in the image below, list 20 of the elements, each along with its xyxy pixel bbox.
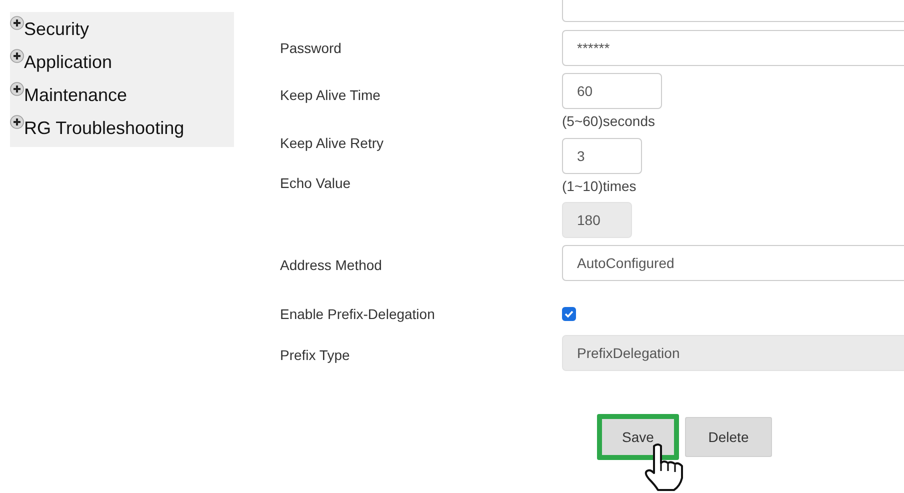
menu-item[interactable]: RG Troubleshooting bbox=[10, 113, 184, 146]
input-field[interactable]: 60 bbox=[562, 73, 662, 109]
menu-item[interactable]: Application bbox=[10, 47, 112, 80]
input-field[interactable]: ****** bbox=[562, 30, 904, 66]
field-label: Prefix Type bbox=[280, 347, 351, 363]
field-label: Password bbox=[280, 40, 342, 56]
field-label: Enable Prefix-Delegation bbox=[280, 306, 436, 322]
hint-text: (1~10)times bbox=[562, 178, 638, 194]
field-label: Keep Alive Time bbox=[280, 87, 382, 103]
menu-item[interactable]: Security bbox=[10, 14, 90, 47]
delete-button[interactable]: Delete bbox=[685, 417, 772, 457]
field-label: Address Method bbox=[280, 257, 383, 273]
input-field[interactable]: 3 bbox=[562, 138, 642, 174]
save-button[interactable]: Save bbox=[597, 414, 679, 460]
field-label: Echo Value bbox=[280, 175, 352, 191]
menu-item[interactable]: Maintenance bbox=[10, 80, 128, 113]
input-field[interactable]: AutoConfigured bbox=[562, 245, 904, 281]
field-label: Keep Alive Retry bbox=[280, 135, 384, 151]
hint-text: (5~60)seconds bbox=[562, 113, 656, 129]
checkbox[interactable] bbox=[562, 307, 576, 321]
